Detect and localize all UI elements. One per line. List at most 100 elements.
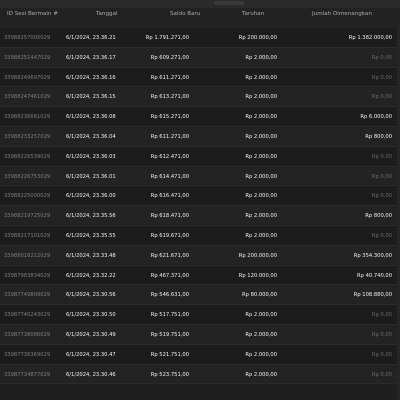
win-cell: Rp 800,00 [365, 133, 392, 140]
table-row[interactable]: 33988249697029 6/1/2024, 23.36.16 Rp 611.2… [0, 67, 400, 88]
win-cell: Rp 1.382.000,00 [348, 35, 392, 41]
bet-cell: Rp 2.000,00 [245, 312, 277, 319]
balance-cell: Rp 521.751,00 [150, 351, 189, 358]
drag-handle[interactable] [214, 1, 244, 5]
win-cell: Rp 800,00 [365, 213, 392, 220]
balance-cell: Rp 519.751,00 [150, 331, 189, 338]
table-row[interactable]: 33987749809029 6/1/2024, 23.30.56 Rp 546.6… [0, 285, 400, 306]
balance-cell: Rp 1.791.271,00 [145, 35, 189, 41]
table-header: ID Sesi Bermain # Tanggal Saldo Baru Tar… [0, 8, 400, 29]
table-row[interactable]: 33987734877029 6/1/2024, 23.30.46 Rp 523.7… [0, 364, 400, 385]
table-row[interactable]: 33988226539029 6/1/2024, 23.36.03 Rp 612.4… [0, 146, 400, 167]
win-cell: Rp 0,00 [371, 173, 392, 180]
balance-cell: Rp 614.471,00 [150, 173, 189, 180]
header-session-id: ID Sesi Bermain # [7, 11, 58, 17]
bet-cell: Rp 2.000,00 [245, 94, 277, 101]
bet-cell: Rp 120.000,00 [238, 272, 277, 279]
header-balance: Saldo Baru [170, 11, 201, 17]
session-id-cell: 33988226753029 [4, 173, 51, 180]
bet-cell: Rp 200.000,00 [238, 252, 277, 259]
session-id-cell: 33988225000029 [4, 193, 51, 200]
top-bar [0, 0, 400, 8]
table-row[interactable]: 33988016212029 6/1/2024, 23.33.48 Rp 621.6… [0, 245, 400, 266]
date-cell: 6/1/2024, 23.36.04 [66, 133, 116, 140]
win-cell: Rp 0,00 [371, 331, 392, 338]
bet-cell: Rp 2.000,00 [245, 193, 277, 200]
win-cell: Rp 0,00 [371, 232, 392, 239]
win-cell: Rp 354.300,00 [353, 252, 392, 259]
session-id-cell: 33987738086029 [4, 331, 51, 338]
date-cell: 6/1/2024, 23.36.03 [66, 153, 116, 160]
date-cell: 6/1/2024, 23.30.46 [66, 371, 116, 378]
session-id-cell: 33987749809029 [4, 292, 51, 299]
date-cell: 6/1/2024, 23.30.47 [66, 351, 116, 358]
table-row[interactable]: 33988236661029 6/1/2024, 23.36.08 Rp 615.2… [0, 107, 400, 127]
table-body: 33988257005029 6/1/2024, 23.36.21 Rp 1.791… [0, 28, 400, 385]
win-cell: Rp 0,00 [371, 153, 392, 160]
table-row[interactable]: 33988247461029 6/1/2024, 23.36.15 Rp 613.2… [0, 87, 400, 108]
table-row[interactable]: 33988217101029 6/1/2024, 23.35.55 Rp 619.6… [0, 225, 400, 246]
balance-cell: Rp 523.751,00 [150, 371, 189, 378]
win-cell: Rp 0,00 [371, 54, 392, 61]
date-cell: 6/1/2024, 23.33.48 [66, 252, 116, 259]
bet-cell: Rp 2.000,00 [245, 371, 277, 378]
bet-cell: Rp 2.000,00 [245, 74, 277, 81]
session-id-cell: 33987734877029 [4, 371, 51, 378]
table-row[interactable]: 33988257005029 6/1/2024, 23.36.21 Rp 1.791… [0, 28, 400, 48]
table-row[interactable]: 33987738086029 6/1/2024, 23.30.49 Rp 519.7… [0, 324, 400, 345]
date-cell: 6/1/2024, 23.36.16 [66, 74, 116, 81]
date-cell: 6/1/2024, 23.32.22 [66, 272, 116, 279]
win-cell: Rp 0,00 [371, 74, 392, 81]
bet-cell: Rp 2.000,00 [245, 232, 277, 239]
date-cell: 6/1/2024, 23.36.15 [66, 94, 116, 101]
table-row[interactable]: 33987983834029 6/1/2024, 23.32.22 Rp 467.3… [0, 265, 400, 286]
win-cell: Rp 0,00 [371, 371, 392, 378]
session-id-cell: 33988016212029 [4, 252, 51, 259]
bet-cell: Rp 2.000,00 [245, 133, 277, 140]
table-row[interactable]: 33988225000029 6/1/2024, 23.36.00 Rp 616.4… [0, 186, 400, 207]
win-cell: Rp 108.880,00 [353, 292, 392, 299]
date-cell: 6/1/2024, 23.30.49 [66, 331, 116, 338]
session-id-cell: 33987740243029 [4, 312, 51, 319]
date-cell: 6/1/2024, 23.35.55 [66, 232, 116, 239]
session-id-cell: 33988251447029 [4, 54, 51, 61]
header-bet: Taruhan [242, 11, 265, 17]
bet-cell: Rp 2.000,00 [245, 351, 277, 358]
balance-cell: Rp 615.271,00 [150, 114, 189, 121]
balance-cell: Rp 546.631,00 [150, 292, 189, 299]
date-cell: 6/1/2024, 23.36.17 [66, 54, 116, 61]
win-cell: Rp 0,00 [371, 351, 392, 358]
balance-cell: Rp 611.271,00 [150, 74, 189, 81]
date-cell: 6/1/2024, 23.30.50 [66, 312, 116, 319]
table-row[interactable]: 33988219725029 6/1/2024, 23.35.56 Rp 618.4… [0, 206, 400, 226]
balance-cell: Rp 609.271,00 [150, 54, 189, 61]
balance-cell: Rp 619.671,00 [150, 232, 189, 239]
header-win: Jumlah Dimenangkan [312, 11, 372, 17]
bet-cell: Rp 2.000,00 [245, 213, 277, 220]
win-cell: Rp 40.740,00 [357, 272, 392, 279]
date-cell: 6/1/2024, 23.36.00 [66, 193, 116, 200]
session-id-cell: 33988233257029 [4, 133, 51, 140]
table-row[interactable]: 33988226753029 6/1/2024, 23.36.01 Rp 614.4… [0, 166, 400, 187]
date-cell: 6/1/2024, 23.36.21 [66, 35, 116, 41]
date-cell: 6/1/2024, 23.36.08 [66, 114, 116, 121]
header-date: Tanggal [96, 11, 118, 17]
session-id-cell: 33988257005029 [4, 35, 51, 41]
balance-cell: Rp 616.471,00 [150, 193, 189, 200]
table-row[interactable]: 33987736369029 6/1/2024, 23.30.47 Rp 521.7… [0, 344, 400, 365]
session-id-cell: 33987983834029 [4, 272, 51, 279]
bet-cell: Rp 200.000,00 [238, 35, 277, 41]
balance-cell: Rp 621.671,00 [150, 252, 189, 259]
date-cell: 6/1/2024, 23.35.56 [66, 213, 116, 220]
bet-cell: Rp 2.000,00 [245, 173, 277, 180]
bet-cell: Rp 2.000,00 [245, 54, 277, 61]
history-table: ID Sesi Bermain # Tanggal Saldo Baru Tar… [0, 8, 400, 400]
table-row[interactable]: 33987740243029 6/1/2024, 23.30.50 Rp 517.7… [0, 305, 400, 325]
session-id-cell: 33988217101029 [4, 232, 51, 239]
table-row[interactable]: 33988251447029 6/1/2024, 23.36.17 Rp 609.2… [0, 47, 400, 68]
bet-cell: Rp 2.000,00 [245, 331, 277, 338]
table-row[interactable]: 33988233257029 6/1/2024, 23.36.04 Rp 611.2… [0, 126, 400, 147]
session-id-cell: 33987736369029 [4, 351, 51, 358]
session-id-cell: 33988226539029 [4, 153, 51, 160]
bet-cell: Rp 80.000,00 [242, 292, 277, 299]
